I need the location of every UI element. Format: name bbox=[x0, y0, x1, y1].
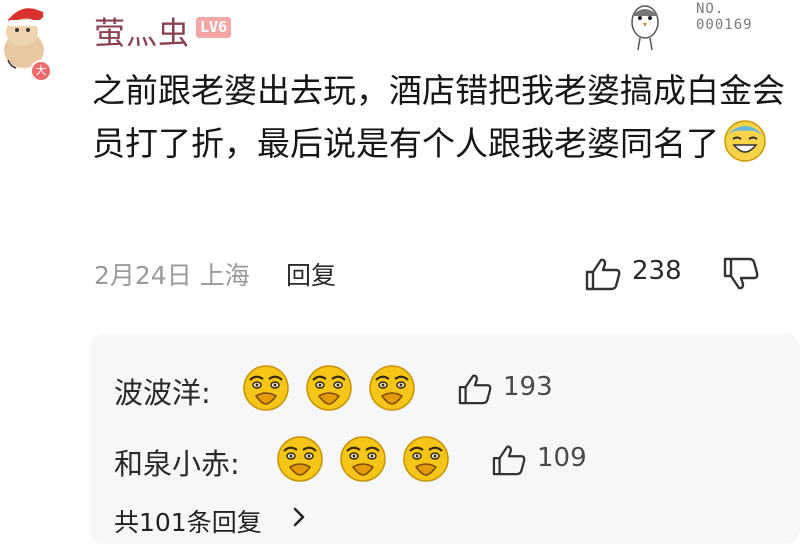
laughing-face-icon bbox=[724, 120, 766, 162]
funny-face-icon bbox=[276, 435, 324, 483]
funny-face-icon bbox=[339, 435, 387, 483]
thumbs-down-icon[interactable] bbox=[722, 257, 760, 291]
reply-user-2[interactable]: 和泉小赤: bbox=[114, 441, 240, 483]
username[interactable]: 萤灬虫 bbox=[94, 8, 190, 53]
funny-face-icon bbox=[242, 364, 290, 412]
reply-like-count-2: 109 bbox=[537, 443, 587, 473]
thumbs-up-icon[interactable] bbox=[584, 257, 622, 291]
avatar[interactable] bbox=[0, 0, 62, 72]
avatar-badge: 大 bbox=[30, 60, 52, 82]
comment-body: 之前跟老婆出去玩，酒店错把我老婆搞成白金会员打了折，最后说是有个人跟我老婆同名了 bbox=[92, 71, 785, 163]
medal-label: NO. bbox=[696, 1, 725, 17]
funny-face-icon bbox=[368, 364, 416, 412]
date-location: 2月24日 上海 bbox=[94, 261, 250, 290]
medal-number: 000169 bbox=[696, 17, 753, 33]
like-count: 238 bbox=[632, 256, 682, 286]
view-more-replies-link[interactable]: 共101条回复 bbox=[114, 503, 262, 539]
funny-face-icon bbox=[305, 364, 353, 412]
reply-button[interactable]: 回复 bbox=[286, 256, 336, 292]
reply-like-count-1: 193 bbox=[503, 372, 553, 402]
funny-face-icon bbox=[402, 435, 450, 483]
thumbs-up-icon[interactable] bbox=[457, 373, 493, 405]
comment-text: 之前跟老婆出去玩，酒店错把我老婆搞成白金会员打了折，最后说是有个人跟我老婆同名了 bbox=[92, 64, 792, 170]
chevron-right-icon[interactable] bbox=[292, 506, 306, 528]
thumbs-up-icon[interactable] bbox=[491, 444, 527, 476]
medal-bird-icon bbox=[631, 5, 659, 51]
level-badge: LV6 bbox=[196, 17, 232, 38]
reply-user-1[interactable]: 波波洋: bbox=[114, 370, 211, 412]
